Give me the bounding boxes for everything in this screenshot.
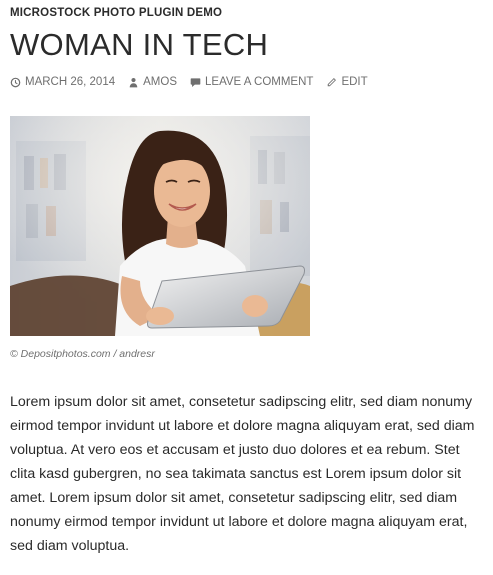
post-body: Lorem ipsum dolor sit amet, consetetur s… <box>10 394 475 554</box>
leave-comment-label: LEAVE A COMMENT <box>205 76 314 88</box>
post-date-link[interactable]: MARCH 26, 2014 <box>10 76 115 88</box>
post-author: AMOS <box>143 76 177 88</box>
post-date: MARCH 26, 2014 <box>25 76 116 88</box>
leave-comment-link[interactable]: LEAVE A COMMENT <box>190 76 313 88</box>
featured-image[interactable] <box>10 116 310 336</box>
post-author-link[interactable]: AMOS <box>128 76 177 88</box>
image-caption: © Depositphotos.com / andresr <box>10 348 155 360</box>
pencil-icon <box>328 77 337 86</box>
photo-woman-with-tablet <box>10 116 310 336</box>
clock-icon <box>10 77 21 87</box>
post-title[interactable]: WOMAN IN TECH <box>10 26 486 64</box>
post-meta: MARCH 26, 2014 AMOS LEAVE A COMMENT EDIT <box>10 74 486 90</box>
edit-post-link[interactable]: EDIT <box>326 76 368 88</box>
post-article: MICROSTOCK PHOTO PLUGIN DEMO WOMAN IN TE… <box>10 0 486 558</box>
user-icon <box>129 77 138 87</box>
edit-label: EDIT <box>341 76 368 88</box>
category-link[interactable]: MICROSTOCK PHOTO PLUGIN DEMO <box>10 7 222 19</box>
comment-icon <box>190 77 201 87</box>
